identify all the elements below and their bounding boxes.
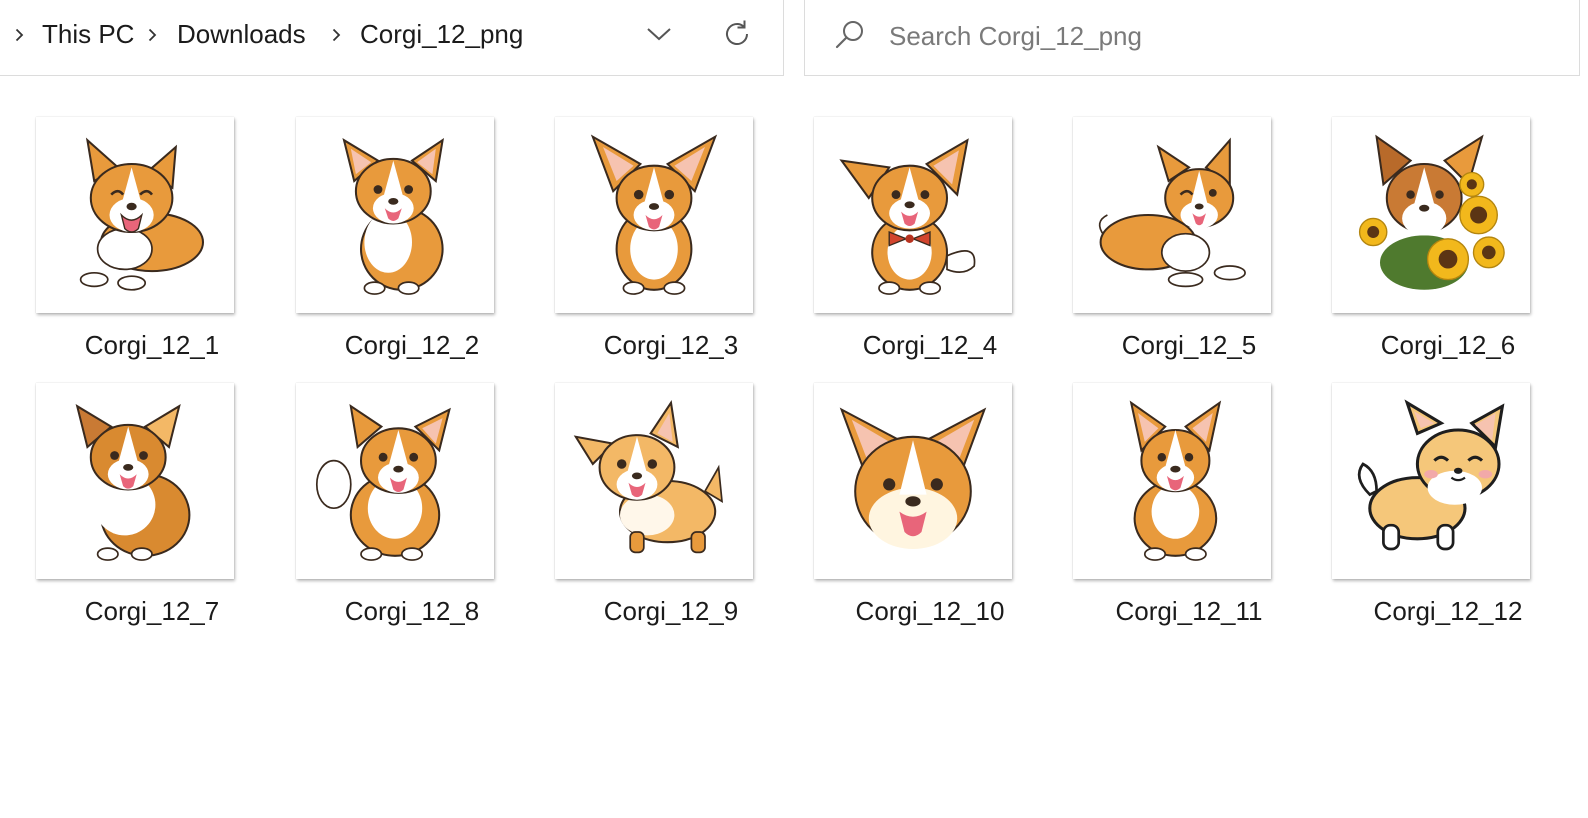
file-item[interactable]: Corgi_12_7 — [12, 383, 244, 643]
file-item[interactable]: Corgi_12_5 — [1049, 117, 1281, 377]
file-name: Corgi_12_11 — [1115, 596, 1263, 626]
file-name: Corgi_12_2 — [344, 330, 480, 360]
file-name: Corgi_12_5 — [1121, 330, 1257, 360]
file-name: Corgi_12_12 — [1373, 596, 1523, 626]
file-name: Corgi_12_7 — [84, 596, 220, 626]
thumbnail-corgi-lying-happy — [36, 117, 234, 313]
thumbnail-corgi-sunflowers — [1332, 117, 1530, 313]
thumbnail-corgi-head — [814, 383, 1012, 579]
thumbnail-corgi-sitting-fluffy — [36, 383, 234, 579]
file-name: Corgi_12_4 — [862, 330, 998, 360]
file-item[interactable]: Corgi_12_8 — [272, 383, 504, 643]
thumbnail-corgi-standing — [555, 383, 753, 579]
file-name: Corgi_12_10 — [855, 596, 1005, 626]
thumbnail-corgi-cartoon-walking — [1332, 383, 1530, 579]
file-name: Corgi_12_8 — [344, 596, 480, 626]
thumbnail-corgi-bowtie — [814, 117, 1012, 313]
file-name: Corgi_12_9 — [603, 596, 739, 626]
file-item[interactable]: Corgi_12_12 — [1308, 383, 1540, 643]
thumbnail-corgi-sitting-tall — [1073, 383, 1271, 579]
file-item[interactable]: Corgi_12_1 — [12, 117, 244, 377]
thumbnail-corgi-lying-wink — [1073, 117, 1271, 313]
file-item[interactable]: Corgi_12_10 — [790, 383, 1022, 643]
file-name: Corgi_12_3 — [603, 330, 739, 360]
file-name: Corgi_12_6 — [1380, 330, 1516, 360]
thumbnail-corgi-sitting-tail — [296, 383, 494, 579]
file-item[interactable]: Corgi_12_4 — [790, 117, 1022, 377]
file-name: Corgi_12_1 — [84, 330, 220, 360]
file-item[interactable]: Corgi_12_2 — [272, 117, 504, 377]
file-item[interactable]: Corgi_12_6 — [1308, 117, 1540, 377]
file-item[interactable]: Corgi_12_3 — [531, 117, 763, 377]
thumbnail-corgi-sitting-front — [555, 117, 753, 313]
file-item[interactable]: Corgi_12_11 — [1049, 383, 1281, 643]
thumbnail-corgi-sitting — [296, 117, 494, 313]
file-grid: Corgi_12_1 Corgi_12_2 Corgi_12_3 Corgi_1… — [0, 0, 1588, 818]
file-item[interactable]: Corgi_12_9 — [531, 383, 763, 643]
